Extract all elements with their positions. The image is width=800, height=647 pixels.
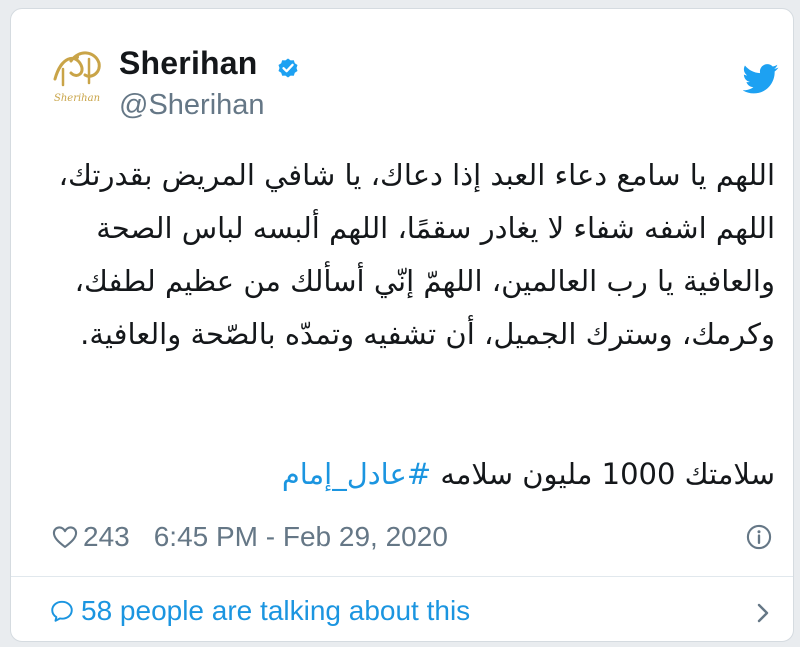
author-name[interactable]: Sherihan: [119, 45, 258, 82]
timestamp[interactable]: 6:45 PM - Feb 29, 2020: [154, 521, 448, 553]
avatar-logo-text: Sherihan: [54, 93, 100, 104]
talking-link[interactable]: 58 people are talking about this: [49, 591, 470, 631]
tweet-meta: 243 6:45 PM - Feb 29, 2020: [51, 517, 448, 557]
divider: [11, 576, 793, 577]
talking-label: 58 people are talking about this: [81, 595, 471, 626]
twitter-bird-icon[interactable]: [743, 64, 779, 94]
chevron-right-icon[interactable]: [753, 599, 773, 627]
info-icon[interactable]: [745, 523, 773, 551]
tweet-card[interactable]: Sherihan Sherihan @Sherihan اللهم يا سام…: [10, 8, 794, 642]
tweet-body: اللهم يا سامع دعاء العبد إذا دعاك، يا شا…: [58, 158, 775, 351]
verified-badge-icon: [278, 58, 298, 78]
speech-bubble-icon: [51, 600, 73, 622]
hashtag-link[interactable]: #عادل_إمام: [282, 457, 431, 491]
heart-icon[interactable]: [51, 523, 79, 551]
author-handle[interactable]: @Sherihan: [119, 89, 265, 122]
avatar[interactable]: Sherihan: [41, 39, 113, 111]
like-count[interactable]: 243: [83, 521, 130, 553]
tweet-closing-line: سلامتك 1000 مليون سلامه #عادل_إمام: [55, 449, 775, 499]
sherihan-logo-icon: Sherihan: [41, 39, 113, 111]
closing-text: سلامتك 1000 مليون سلامه: [440, 457, 775, 491]
